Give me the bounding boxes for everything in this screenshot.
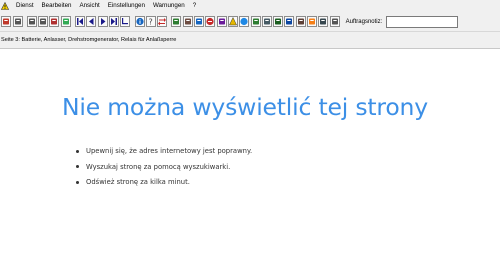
jump-button[interactable] bbox=[120, 16, 131, 27]
stop-button[interactable] bbox=[205, 16, 216, 27]
transfer-icon bbox=[158, 17, 167, 26]
car-button[interactable] bbox=[49, 16, 60, 27]
suggestion-check-address: Upewnij się, że adres internetowy jest p… bbox=[76, 147, 252, 163]
note-button[interactable] bbox=[307, 16, 318, 27]
fish-button[interactable] bbox=[284, 16, 295, 27]
menu-ansicht[interactable]: Ansicht bbox=[75, 0, 103, 12]
clipboard-icon bbox=[297, 17, 305, 26]
browser-error-page: Nie można wyświetlić tej strony Upewnij … bbox=[0, 49, 500, 263]
calculator-button[interactable] bbox=[318, 16, 329, 27]
error-suggestions: Upewnij się, że adres internetowy jest p… bbox=[76, 147, 252, 194]
new-page-button[interactable] bbox=[26, 16, 37, 27]
calculator-icon bbox=[319, 17, 327, 26]
car-list-button[interactable] bbox=[60, 16, 71, 27]
info-icon bbox=[135, 17, 144, 26]
first-button[interactable] bbox=[75, 16, 86, 27]
last-icon bbox=[110, 17, 118, 26]
printer-icon bbox=[14, 17, 22, 26]
suggestion-refresh: Odśwież stronę za kilka minut. bbox=[76, 178, 252, 194]
car-icon bbox=[50, 17, 58, 26]
fish-icon bbox=[285, 17, 293, 26]
page-status-line: Seite 3: Batterie, Anlasser, Drehstromge… bbox=[0, 32, 500, 49]
image-icon bbox=[218, 17, 226, 26]
diagram-icon bbox=[172, 17, 180, 26]
car-list-icon bbox=[62, 17, 70, 26]
next-button[interactable] bbox=[97, 16, 108, 27]
tools-button[interactable] bbox=[1, 16, 12, 27]
toolbar: ? Auftragsnotiz: bbox=[0, 12, 500, 32]
help-button[interactable]: ? bbox=[145, 16, 156, 27]
next-icon bbox=[99, 17, 107, 26]
document-icon bbox=[331, 17, 339, 26]
auftragsnotiz-label: Auftragsnotiz: bbox=[345, 18, 383, 25]
menu-bearbeiten[interactable]: Bearbeiten bbox=[38, 0, 76, 12]
printer-button[interactable] bbox=[12, 16, 23, 27]
menu-einstellungen[interactable]: Einstellungen bbox=[104, 0, 149, 12]
menu-dienst[interactable]: Dienst bbox=[12, 0, 38, 12]
warning-icon bbox=[228, 17, 237, 26]
sync-button[interactable] bbox=[250, 16, 261, 27]
globe-icon bbox=[240, 17, 248, 26]
transfer-button[interactable] bbox=[157, 16, 168, 27]
menu-bar: Dienst Bearbeiten Ansicht Einstellungen … bbox=[0, 0, 500, 12]
suggestion-search: Wyszukaj stronę za pomocą wyszukiwarki. bbox=[76, 163, 252, 179]
previous-icon bbox=[87, 17, 95, 26]
search-doc-icon bbox=[195, 17, 203, 26]
help-icon: ? bbox=[147, 17, 155, 27]
note-icon bbox=[308, 17, 316, 26]
component-icon bbox=[184, 17, 192, 26]
warning-button[interactable] bbox=[227, 16, 238, 27]
diagram-button[interactable] bbox=[171, 16, 182, 27]
oil-button[interactable] bbox=[273, 16, 284, 27]
svg-text:?: ? bbox=[148, 18, 152, 27]
globe-button[interactable] bbox=[239, 16, 250, 27]
tools-icon bbox=[2, 17, 10, 26]
menu-warnungen[interactable]: Warnungen bbox=[149, 0, 189, 12]
info-button[interactable] bbox=[134, 16, 145, 27]
oil-icon bbox=[274, 17, 282, 26]
jump-icon bbox=[121, 17, 129, 26]
auftragsnotiz-input[interactable] bbox=[386, 15, 459, 28]
repair-button[interactable] bbox=[261, 16, 272, 27]
component-button[interactable] bbox=[182, 16, 193, 27]
search-doc-button[interactable] bbox=[194, 16, 205, 27]
clipboard-button[interactable] bbox=[295, 16, 306, 27]
sync-icon bbox=[252, 17, 260, 26]
error-title: Nie można wyświetlić tej strony bbox=[62, 93, 428, 121]
last-button[interactable] bbox=[108, 16, 119, 27]
warning-triangle-icon[interactable] bbox=[1, 2, 9, 11]
first-icon bbox=[76, 17, 84, 26]
previous-button[interactable] bbox=[86, 16, 97, 27]
copy-icon bbox=[39, 17, 47, 26]
document-button[interactable] bbox=[329, 16, 340, 27]
stop-icon bbox=[206, 17, 214, 26]
menu-help[interactable]: ? bbox=[189, 0, 200, 12]
new-page-icon bbox=[28, 17, 36, 26]
repair-icon bbox=[263, 17, 271, 26]
image-button[interactable] bbox=[216, 16, 227, 27]
copy-button[interactable] bbox=[38, 16, 49, 27]
